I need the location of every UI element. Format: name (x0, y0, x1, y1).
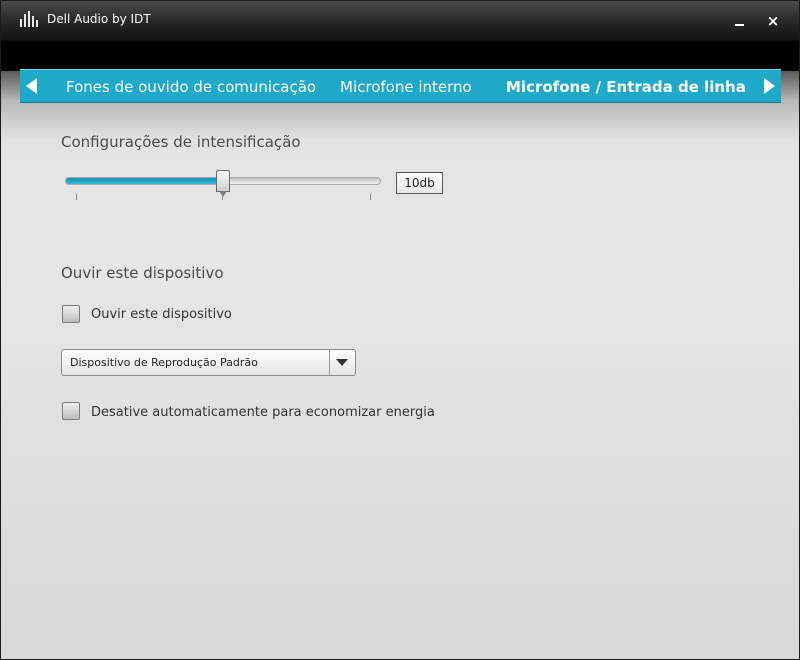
slider-tick (370, 194, 371, 200)
dropdown-button[interactable] (329, 350, 355, 375)
boost-slider-fill (66, 178, 224, 184)
header-band (1, 41, 799, 71)
tab-communication-headphones[interactable]: Fones de ouvido de comunicação (66, 70, 316, 102)
playback-device-value: Dispositivo de Reprodução Padrão (70, 356, 258, 369)
chevron-down-icon (336, 359, 348, 366)
auto-disable-checkbox[interactable] (62, 402, 80, 420)
tab-microphone-line-in[interactable]: Microfone / Entrada de linha (506, 70, 746, 102)
listen-device-label: Ouvir este dispositivo (91, 307, 232, 322)
auto-disable-label: Desative automaticamente para economizar… (91, 405, 435, 420)
slider-tick (76, 194, 77, 200)
arrow-left-icon (26, 78, 37, 94)
close-button[interactable]: × (761, 9, 785, 33)
equalizer-icon (20, 11, 38, 27)
playback-device-select[interactable]: Dispositivo de Reprodução Padrão (61, 349, 356, 376)
minimize-button[interactable] (727, 9, 751, 33)
device-tab-bar: Fones de ouvido de comunicação Microfone… (20, 69, 781, 103)
boost-slider-thumb[interactable] (216, 170, 230, 197)
boost-value-box: 10db (396, 172, 443, 194)
window-title: Dell Audio by IDT (47, 12, 151, 26)
app-window: Dell Audio by IDT × Fones de ouvido de c… (0, 0, 800, 660)
minimize-icon (734, 24, 744, 26)
boost-settings-heading: Configurações de intensificação (61, 133, 301, 151)
arrow-right-icon (764, 78, 775, 94)
slider-tick (222, 194, 223, 200)
listen-device-heading: Ouvir este dispositivo (61, 264, 224, 282)
tab-scroll-left-button[interactable] (20, 70, 42, 102)
listen-device-checkbox[interactable] (62, 305, 80, 323)
title-bar[interactable]: Dell Audio by IDT × (1, 1, 799, 41)
tab-internal-microphone[interactable]: Microfone interno (340, 70, 472, 102)
tab-scroll-right-button[interactable] (759, 70, 781, 102)
